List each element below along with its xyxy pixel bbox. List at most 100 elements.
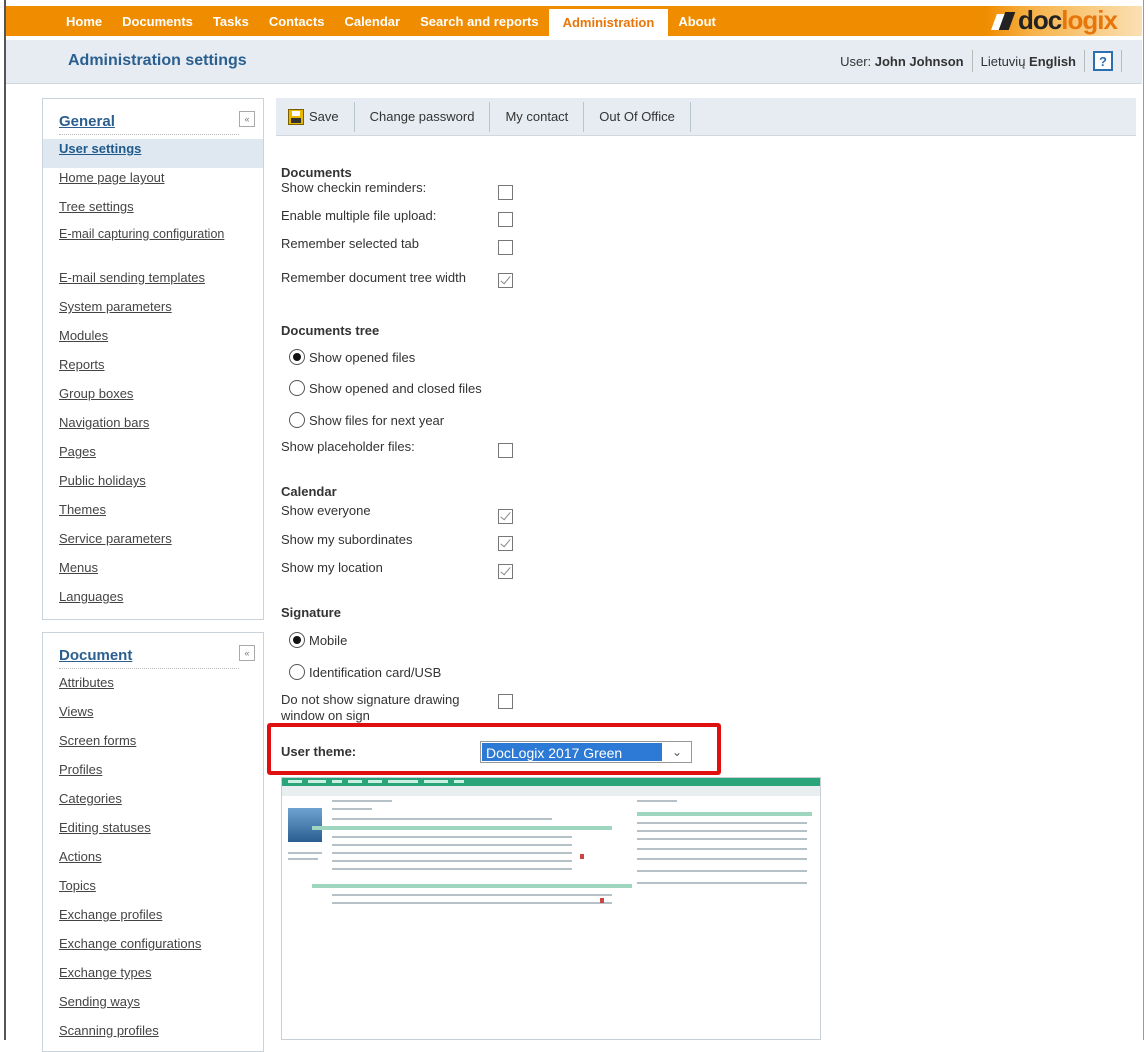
sidebar-item-email-templates[interactable]: E-mail sending templates (43, 268, 263, 297)
sidebar-item-profiles[interactable]: Profiles (43, 760, 263, 789)
save-button[interactable]: Save (276, 101, 355, 132)
nav-calendar[interactable]: Calendar (334, 6, 410, 36)
radio-label: Show opened and closed files (309, 380, 482, 396)
show-everyone-checkbox[interactable] (498, 509, 513, 524)
nav-tasks[interactable]: Tasks (203, 6, 259, 36)
theme-preview-image (281, 777, 821, 1040)
user-theme-select[interactable]: DocLogix 2017 Green ⌄ (480, 741, 692, 763)
preview-line (332, 818, 552, 820)
preview-nav-bar (282, 778, 820, 786)
sidebar-item-tree-settings[interactable]: Tree settings (43, 197, 263, 226)
my-contact-button[interactable]: My contact (490, 101, 585, 132)
preview-line (637, 822, 807, 824)
user-prefix: User: (840, 53, 872, 69)
preview-line (637, 838, 807, 840)
radio-show-files-next-year[interactable]: Show files for next year (289, 412, 444, 428)
sidebar-item-menus[interactable]: Menus (43, 558, 263, 587)
preview-line (332, 894, 612, 896)
collapse-document-button[interactable]: « (239, 645, 255, 661)
preview-line (332, 852, 572, 854)
save-label: Save (309, 109, 339, 124)
sidebar-item-views[interactable]: Views (43, 702, 263, 731)
radio-button[interactable] (289, 380, 305, 396)
section-documents-title: Documents (281, 165, 352, 180)
sidebar-item-scanning-profiles[interactable]: Scanning profiles (43, 1021, 263, 1050)
sidebar-item-navigation-bars[interactable]: Navigation bars (43, 413, 263, 442)
nav-documents[interactable]: Documents (112, 6, 203, 36)
show-placeholder-files-label: Show placeholder files: (281, 439, 415, 454)
remember-tree-width-checkbox[interactable] (498, 273, 513, 288)
preview-line (332, 836, 572, 838)
show-checkin-reminders-checkbox[interactable] (498, 185, 513, 200)
remember-selected-tab-label: Remember selected tab (281, 236, 420, 251)
sidebar-item-pages[interactable]: Pages (43, 442, 263, 471)
help-button[interactable]: ? (1093, 51, 1113, 71)
sidebar-item-screen-forms[interactable]: Screen forms (43, 731, 263, 760)
sidebar-item-public-holidays[interactable]: Public holidays (43, 471, 263, 500)
show-my-subordinates-label: Show my subordinates (281, 532, 413, 547)
logo-text: doclogix (1018, 4, 1118, 35)
nav-administration[interactable]: Administration (548, 9, 669, 36)
remember-tree-width-label: Remember document tree width (281, 270, 466, 285)
radio-label: Show files for next year (309, 412, 445, 428)
no-signature-drawing-checkbox[interactable] (498, 694, 513, 709)
sidebar-item-sending-ways[interactable]: Sending ways (43, 992, 263, 1021)
sidebar-item-categories[interactable]: Categories (43, 789, 263, 818)
remember-selected-tab-checkbox[interactable] (498, 240, 513, 255)
radio-show-opened-files[interactable]: Show opened files (289, 349, 415, 365)
sidebar-item-topics[interactable]: Topics (43, 876, 263, 905)
sidebar-item-exchange-configurations[interactable]: Exchange configurations (43, 934, 263, 963)
nav-about[interactable]: About (668, 6, 726, 36)
sidebar-item-email-capturing[interactable]: E-mail capturing configuration (43, 226, 263, 268)
sidebar-general-title[interactable]: General (59, 113, 115, 130)
language-lithuanian-link[interactable]: Lietuvių (981, 54, 1026, 69)
out-of-office-button[interactable]: Out Of Office (584, 101, 691, 132)
frame-border-right (1143, 0, 1144, 1040)
radio-button[interactable] (289, 349, 305, 365)
show-my-subordinates-checkbox[interactable] (498, 536, 513, 551)
preview-line (332, 844, 572, 846)
sidebar-item-languages[interactable]: Languages (43, 587, 263, 616)
section-documents-tree-title: Documents tree (281, 323, 380, 338)
sidebar-document-panel: Document « Attributes Views Screen forms… (42, 632, 264, 1052)
language-english-link[interactable]: English (1029, 54, 1076, 69)
sidebar-document-title[interactable]: Document (59, 647, 132, 664)
chevron-down-icon[interactable]: ⌄ (663, 742, 691, 762)
sidebar-item-system-parameters[interactable]: System parameters (43, 297, 263, 326)
preview-header (282, 786, 820, 796)
sidebar-item-themes[interactable]: Themes (43, 500, 263, 529)
radio-label: Identification card/USB (309, 664, 442, 680)
radio-show-opened-and-closed-files[interactable]: Show opened and closed files (289, 380, 482, 396)
enable-multiple-upload-checkbox[interactable] (498, 212, 513, 227)
user-area: User: John Johnson Lietuvių English ? (840, 50, 1130, 72)
sidebar-item-group-boxes[interactable]: Group boxes (43, 384, 263, 413)
show-placeholder-files-checkbox[interactable] (498, 443, 513, 458)
nav-search-and-reports[interactable]: Search and reports (410, 6, 549, 36)
sidebar-item-editing-statuses[interactable]: Editing statuses (43, 818, 263, 847)
sidebar-item-user-settings[interactable]: User settings (43, 139, 263, 168)
user-name: John Johnson (874, 53, 964, 69)
sidebar-item-attributes[interactable]: Attributes (43, 673, 263, 702)
radio-button[interactable] (289, 412, 305, 428)
user-theme-label: User theme: (281, 744, 357, 759)
sidebar-item-exchange-types[interactable]: Exchange types (43, 963, 263, 992)
radio-label: Show opened files (309, 349, 416, 365)
collapse-general-button[interactable]: « (239, 111, 255, 127)
sidebar-item-home-page-layout[interactable]: Home page layout (43, 168, 263, 197)
change-password-button[interactable]: Change password (355, 101, 491, 132)
sidebar-item-service-parameters[interactable]: Service parameters (43, 529, 263, 558)
sidebar-item-reports[interactable]: Reports (43, 355, 263, 384)
nav-home[interactable]: Home (6, 6, 112, 36)
nav-contacts[interactable]: Contacts (259, 6, 335, 36)
sidebar-item-exchange-profiles[interactable]: Exchange profiles (43, 905, 263, 934)
frame-border-left (4, 0, 6, 1040)
radio-signature-mobile[interactable]: Mobile (289, 632, 347, 648)
preview-line (332, 860, 572, 862)
radio-button[interactable] (289, 632, 305, 648)
show-my-location-checkbox[interactable] (498, 564, 513, 579)
section-signature-title: Signature (281, 605, 341, 620)
sidebar-item-modules[interactable]: Modules (43, 326, 263, 355)
sidebar-item-actions[interactable]: Actions (43, 847, 263, 876)
radio-button[interactable] (289, 664, 305, 680)
radio-signature-id-card[interactable]: Identification card/USB (289, 664, 441, 680)
